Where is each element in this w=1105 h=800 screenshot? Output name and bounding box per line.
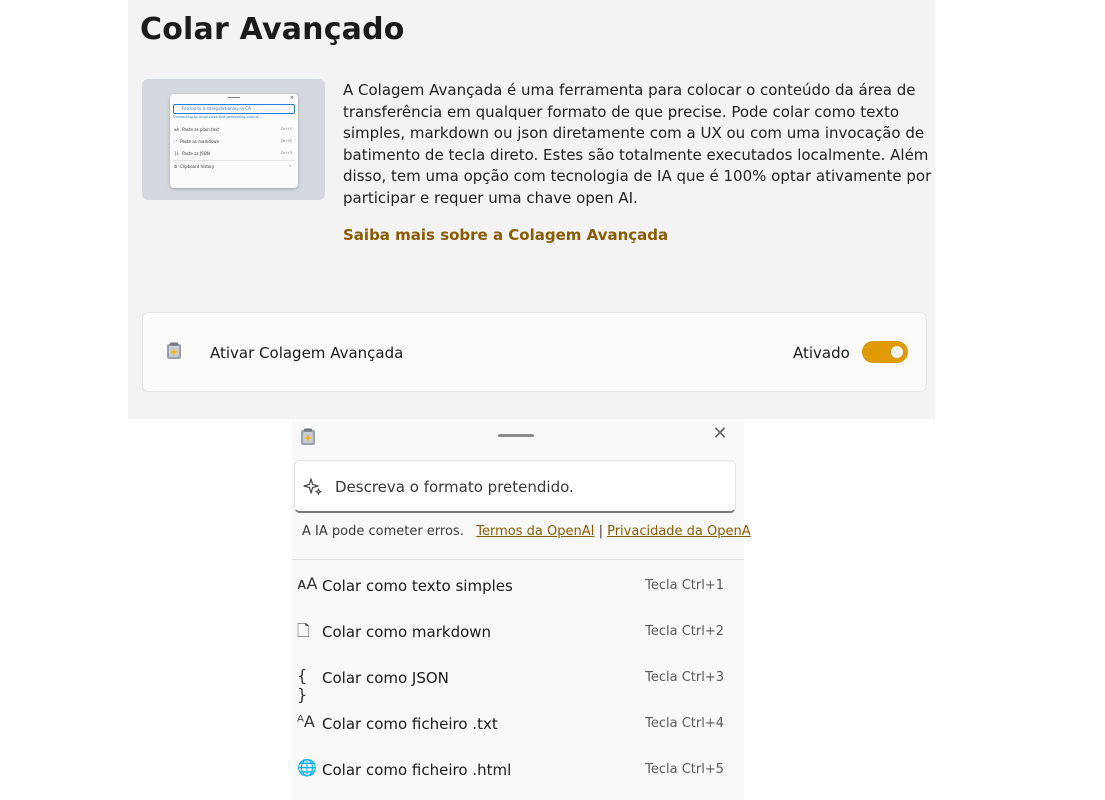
advanced-paste-window: ✕ A IA pode cometer erros. Termos da Ope… (292, 419, 751, 800)
paste-option-markdown[interactable]: 🗋 Colar como markdown Tecla Ctrl+2 (292, 610, 744, 654)
enable-toggle[interactable] (862, 341, 908, 363)
toggle-state-text: Ativado (793, 344, 850, 362)
page-title: Colar Avançado (140, 12, 405, 47)
option-shortcut: Tecla Ctrl+5 (645, 762, 724, 777)
toggle-knob (891, 346, 903, 358)
openai-privacy-link[interactable]: Privacidade da OpenA (607, 524, 751, 539)
paste-option-json[interactable]: { } Colar como JSON Tecla Ctrl+3 (292, 656, 744, 704)
option-label: Colar como ficheiro .txt (322, 715, 498, 733)
paste-option-plain-text[interactable]: ᴀA Colar como texto simples Tecla Ctrl+1 (292, 564, 744, 608)
paste-option-txt-file[interactable]: ᴬA Colar como ficheiro .txt Tecla Ctrl+4 (292, 702, 744, 746)
link-separator: | (598, 524, 603, 539)
option-label: Colar como JSON (322, 669, 449, 687)
option-label: Colar como markdown (322, 623, 492, 641)
settings-page: Colar Avançado × Format to a string dict… (128, 0, 935, 419)
option-label: Colar como ficheiro .html (322, 761, 512, 779)
enable-label: Ativar Colagem Avançada (210, 344, 404, 362)
openai-terms-link[interactable]: Termos da OpenAI (476, 524, 594, 539)
text-file-icon: ᴬA (297, 712, 315, 731)
preview-window: × Format to a string dictionary in CA Co… (170, 94, 298, 188)
close-button[interactable]: ✕ (710, 424, 730, 444)
close-icon: ✕ (712, 423, 728, 444)
hero-image: × Format to a string dictionary in CA Co… (142, 79, 325, 200)
option-shortcut: Tecla Ctrl+4 (645, 716, 724, 731)
braces-icon: { } (297, 666, 308, 704)
option-shortcut: Tecla Ctrl+1 (645, 578, 724, 593)
format-prompt-box[interactable] (294, 460, 736, 513)
font-size-icon: ᴀA (297, 574, 318, 593)
document-icon: 🗋 (297, 621, 310, 640)
drag-handle[interactable] (498, 434, 534, 437)
ai-disclaimer: A IA pode cometer erros. Termos da OpenA… (302, 524, 751, 539)
description-text: A Colagem Avançada é uma ferramenta para… (343, 81, 932, 207)
advanced-paste-app-icon (301, 428, 315, 445)
divider (292, 559, 744, 560)
option-shortcut: Tecla Ctrl+2 (645, 624, 724, 639)
advanced-paste-app-icon (167, 342, 181, 359)
option-label: Colar como texto simples (322, 577, 513, 595)
sparkle-icon (303, 478, 322, 495)
learn-more-link[interactable]: Saiba mais sobre a Colagem Avançada (343, 226, 668, 244)
format-prompt-input[interactable] (333, 473, 727, 501)
disclaimer-text: A IA pode cometer erros. (302, 524, 464, 539)
globe-icon: 🌐 (297, 758, 317, 777)
paste-option-html-file[interactable]: 🌐 Colar como ficheiro .html Tecla Ctrl+5 (292, 748, 744, 792)
enable-setting-card: Ativar Colagem Avançada Ativado (142, 312, 927, 392)
option-shortcut: Tecla Ctrl+3 (645, 670, 724, 685)
